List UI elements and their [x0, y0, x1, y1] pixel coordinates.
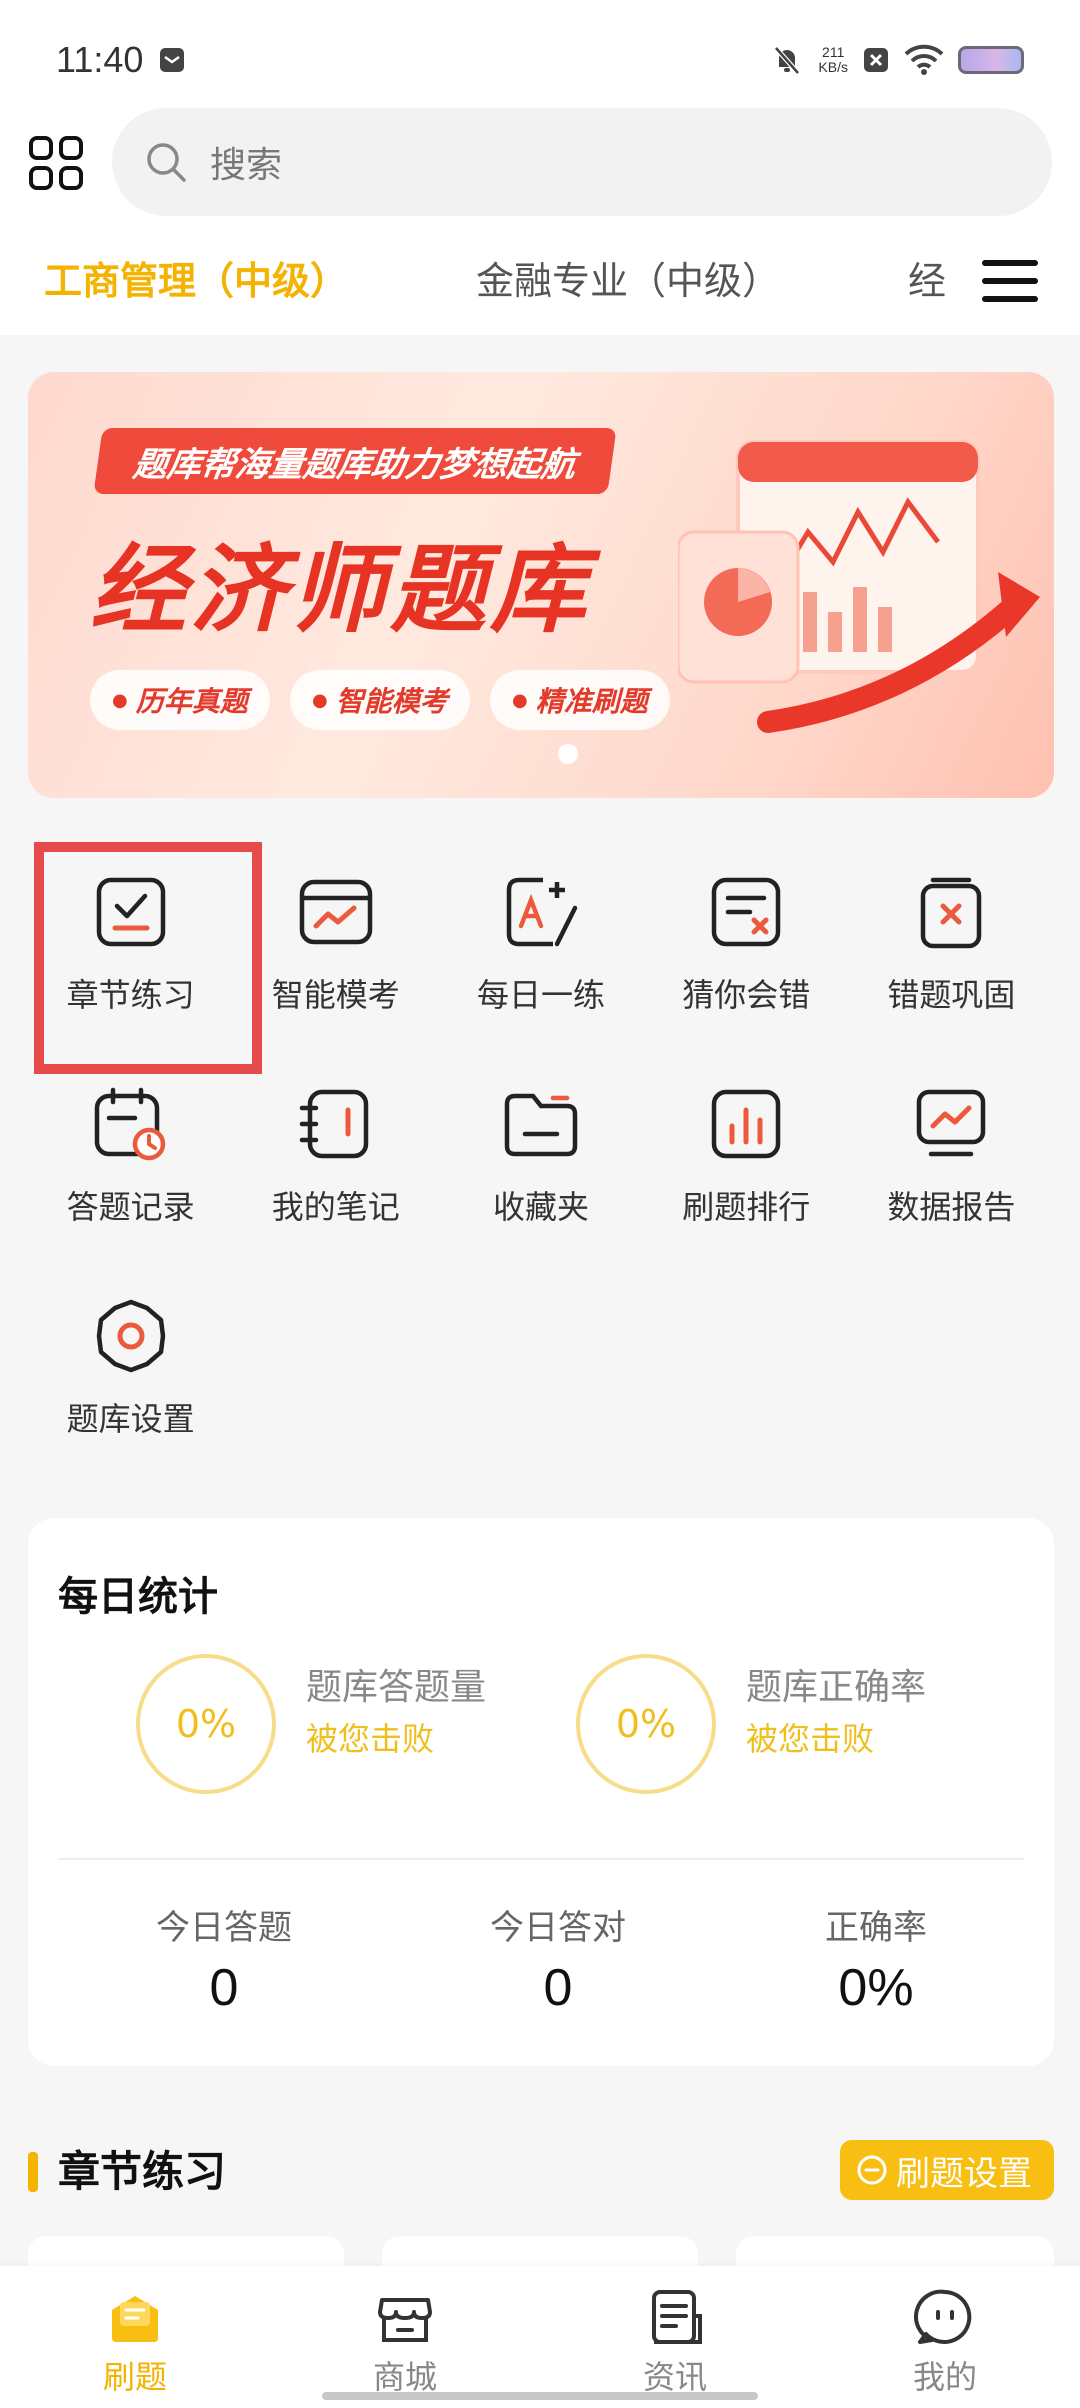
chapter-practice-section: 章节练习 刷题设置: [28, 2140, 1054, 2204]
today-label: 正确率: [825, 1908, 927, 1948]
practice-settings-label: 刷题设置: [896, 2153, 1032, 2194]
notification-close-icon: [864, 48, 888, 72]
status-left: 11:40: [56, 39, 187, 81]
practice-settings-button[interactable]: 刷题设置: [840, 2140, 1054, 2200]
network-speed: 211 KB/s: [818, 45, 848, 75]
folder-icon: [504, 1093, 578, 1157]
stat-ring: 0%: [136, 1654, 276, 1794]
grid-item-data-report[interactable]: 数据报告: [849, 1050, 1054, 1262]
battery-icon: [958, 46, 1024, 74]
mock-exam-icon: [299, 879, 373, 945]
grid-item-label: 错题巩固: [887, 976, 1016, 1014]
today-value: 0%: [838, 1959, 914, 2017]
settings-icon: [96, 1299, 165, 1373]
wifi-icon: [904, 44, 944, 75]
notes-icon: [299, 1089, 369, 1159]
search-bar[interactable]: 搜索: [112, 108, 1052, 216]
banner-chip: 历年真题: [90, 670, 270, 730]
promo-banner[interactable]: 题库帮海量题库助力梦想起航 经济师题库 历年真题 智能模考 精准刷题: [28, 372, 1054, 798]
nav-news[interactable]: 资讯: [585, 2266, 765, 2398]
grid-item-chapter-practice[interactable]: 章节练习: [28, 838, 233, 1050]
banner-illustration: [678, 440, 1040, 733]
answer-record-icon: [94, 1087, 165, 1161]
banner-chip: 精准刷题: [490, 670, 670, 730]
practice-icon: [112, 2296, 158, 2342]
menu-icon[interactable]: [982, 260, 1038, 304]
banner-chip: 智能模考: [290, 670, 470, 730]
report-icon: [917, 1089, 986, 1157]
grid-item-guess-wrong[interactable]: 猜你会错: [644, 838, 849, 1050]
grid-item-label: 猜你会错: [682, 976, 811, 1014]
wrong-review-icon: [921, 877, 982, 949]
daily-practice-icon: [506, 877, 578, 947]
message-icon: [160, 48, 185, 72]
tab-finance[interactable]: 金融专业（中级）: [476, 250, 780, 305]
search-placeholder: 搜索: [210, 145, 283, 186]
header: 搜索: [0, 105, 1080, 220]
section-title: 章节练习: [58, 2147, 227, 2196]
grid-item-mock-exam[interactable]: 智能模考: [233, 838, 438, 1050]
stat-sub: 被您击败: [746, 1720, 875, 1758]
grid-item-label: 收藏夹: [492, 1188, 589, 1226]
mute-bell-icon: [774, 46, 801, 75]
news-icon: [652, 2290, 702, 2344]
stat-name: 题库答题量: [306, 1667, 487, 1708]
nav-label: 刷题: [102, 2358, 167, 2396]
grid-item-label: 答题记录: [66, 1188, 195, 1226]
grid-item-label: 我的笔记: [271, 1188, 400, 1226]
status-time: 11:40: [56, 39, 144, 80]
exam-tabs: 工商管理（中级） 金融专业（中级） 经: [0, 220, 1080, 335]
grid-item-favorites[interactable]: 收藏夹: [438, 1050, 643, 1262]
divider: [58, 1858, 1024, 1860]
grid-item-daily-practice[interactable]: 每日一练: [438, 838, 643, 1050]
today-value: 0: [209, 1959, 239, 2017]
banner-tagline: 题库帮海量题库助力梦想起航: [93, 428, 617, 494]
home-indicator[interactable]: [322, 2392, 758, 2400]
search-icon: [147, 143, 186, 182]
grid-item-label: 每日一练: [476, 976, 605, 1014]
stats-title: 每日统计: [58, 1574, 218, 1620]
grid-item-wrong-review[interactable]: 错题巩固: [849, 838, 1054, 1050]
grid-item-label: 智能模考: [271, 976, 400, 1014]
today-value: 0: [543, 1959, 573, 2017]
grid-item-label: 章节练习: [66, 976, 195, 1014]
checklist-icon: [96, 877, 165, 947]
grid-item-label: 题库设置: [66, 1400, 195, 1438]
carousel-indicator: [558, 744, 578, 764]
feature-grid: 章节练习 智能模考 每日一练 猜你会错 错题巩固 答题记录 我的笔记 收藏夹 刷…: [28, 838, 1054, 1474]
toggle-icon: [857, 2155, 887, 2185]
grid-item-bank-settings[interactable]: 题库设置: [28, 1262, 233, 1474]
stat-ring: 0%: [576, 1654, 716, 1794]
status-right: 211 KB/s: [770, 43, 1024, 77]
today-label: 今日答对: [490, 1908, 626, 1948]
ranking-icon: [711, 1089, 781, 1159]
grid-item-label: 数据报告: [887, 1188, 1016, 1226]
bottom-nav: 刷题 商城 资讯 我的: [0, 2266, 1080, 2408]
nav-label: 我的: [912, 2358, 977, 2396]
nav-store[interactable]: 商城: [315, 2266, 495, 2398]
section-accent-bar: [28, 2152, 38, 2192]
today-label: 今日答题: [156, 1908, 292, 1948]
daily-stats-card: 每日统计 0% 题库答题量 被您击败 0% 题库正确率 被您击败 今日答题 0 …: [28, 1518, 1054, 2066]
status-bar: 11:40 211 KB/s: [0, 0, 1080, 120]
grid-item-answer-record[interactable]: 答题记录: [28, 1050, 233, 1262]
network-speed-value: 211: [822, 44, 845, 60]
app-grid-icon[interactable]: [28, 135, 84, 191]
tab-business-management[interactable]: 工商管理（中级）: [44, 250, 348, 305]
stat-sub: 被您击败: [306, 1720, 435, 1758]
banner-title: 经济师题库: [90, 534, 590, 646]
grid-item-notes[interactable]: 我的笔记: [233, 1050, 438, 1262]
grid-item-ranking[interactable]: 刷题排行: [644, 1050, 849, 1262]
nav-practice[interactable]: 刷题: [45, 2266, 225, 2398]
stat-name: 题库正确率: [746, 1667, 927, 1708]
grid-item-label: 刷题排行: [682, 1188, 811, 1226]
profile-icon: [914, 2289, 972, 2344]
nav-profile[interactable]: 我的: [855, 2266, 1035, 2398]
tab-economics[interactable]: 经: [908, 250, 946, 305]
guess-wrong-icon: [711, 877, 781, 947]
network-speed-unit: KB/s: [818, 59, 848, 75]
store-icon: [378, 2298, 432, 2342]
